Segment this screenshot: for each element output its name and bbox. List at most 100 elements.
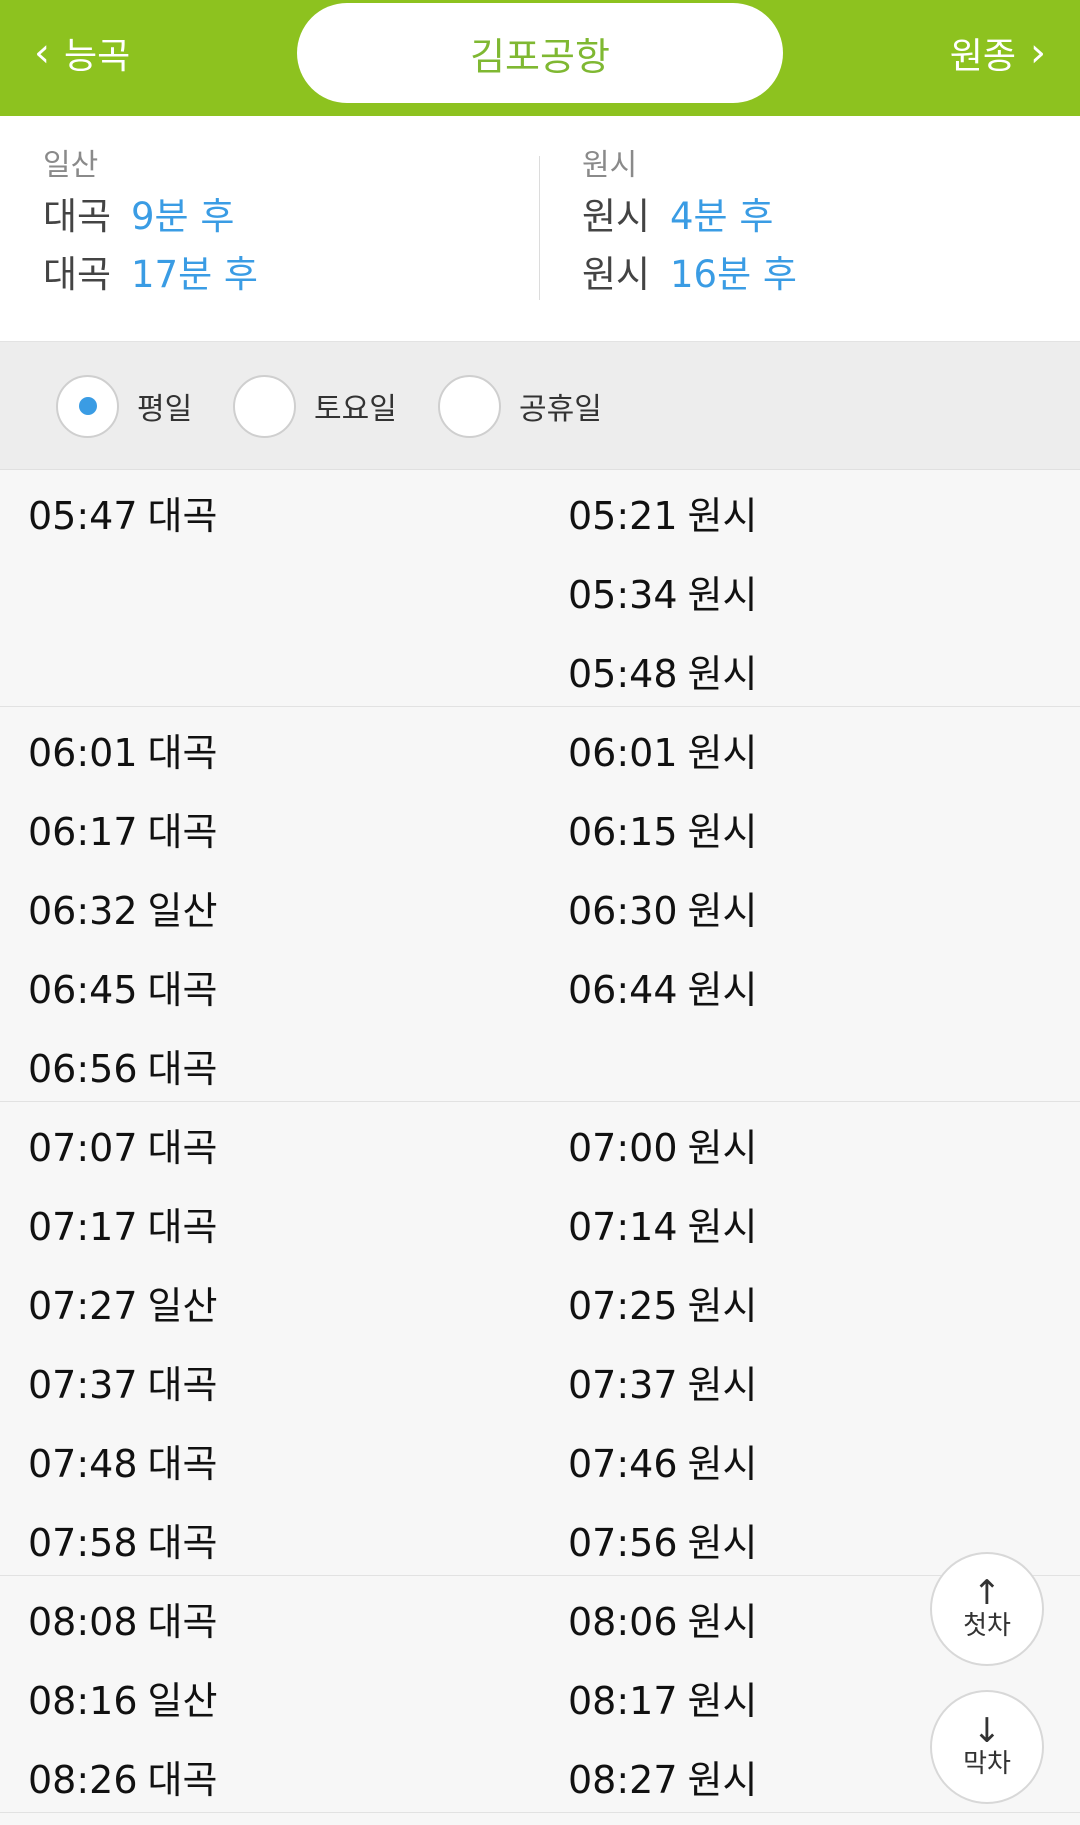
prev-station-button[interactable]: ‹ 능곡 bbox=[20, 20, 130, 86]
departure-time: 05:47 bbox=[28, 494, 138, 538]
arrival-left-direction: 일산 대곡 9분 후 대곡 17분 후 bbox=[43, 144, 258, 304]
departure-time: 07:37 bbox=[568, 1363, 678, 1407]
departure-time: 05:34 bbox=[568, 573, 678, 617]
first-train-label: 첫차 bbox=[963, 1611, 1011, 1641]
table-row: 06:56 대곡 bbox=[28, 1023, 217, 1102]
hour-block: 07:07 대곡 07:17 대곡 07:27 일산 07:37 대곡 07:48 대곡 07:58… bbox=[0, 1102, 1080, 1576]
train-destination: 일산 bbox=[147, 1284, 218, 1328]
departure-time: 06:30 bbox=[568, 889, 678, 933]
table-row: 06:44 원시 bbox=[568, 944, 757, 1023]
departure-time: 07:37 bbox=[28, 1363, 138, 1407]
train-destination: 원시 bbox=[687, 573, 758, 617]
train-destination: 원시 bbox=[687, 1600, 758, 1644]
hour-block: 05:47 대곡 05:21 원시 05:34 원시 05:48 원시 bbox=[0, 470, 1080, 707]
departure-time: 07:07 bbox=[28, 1126, 138, 1170]
next-station-button[interactable]: 원종 › bbox=[950, 20, 1060, 86]
arrival-row: 원시 4분 후 bbox=[582, 188, 797, 246]
arrival-row: 대곡 9분 후 bbox=[43, 188, 258, 246]
train-destination: 원시 bbox=[687, 494, 758, 538]
train-destination: 대곡 bbox=[147, 810, 218, 854]
day-option-saturday[interactable]: 토요일 bbox=[233, 374, 397, 438]
arrival-info: 일산 대곡 9분 후 대곡 17분 후 원시 원시 4분 후 원시 16분 후 bbox=[0, 116, 1080, 342]
radio-unchecked-icon[interactable] bbox=[233, 374, 296, 438]
last-train-button[interactable]: ↓ 막차 bbox=[930, 1690, 1044, 1804]
departure-time: 07:00 bbox=[568, 1126, 678, 1170]
arrival-right-direction: 원시 원시 4분 후 원시 16분 후 bbox=[582, 144, 797, 304]
train-destination: 대곡 bbox=[147, 1442, 218, 1486]
train-destination: 대곡 bbox=[147, 1363, 218, 1407]
train-destination: 원시 bbox=[687, 968, 758, 1012]
table-row: 08:17 원시 bbox=[568, 1655, 757, 1734]
table-row: 06:15 원시 bbox=[568, 786, 757, 865]
table-row: 08:06 원시 bbox=[568, 1576, 757, 1655]
train-destination: 대곡 bbox=[147, 494, 218, 538]
timetable-column-right: 08:06 원시 08:17 원시 08:27 원시 bbox=[568, 1576, 757, 1813]
day-option-weekday[interactable]: 평일 bbox=[56, 374, 192, 438]
day-option-holiday[interactable]: 공휴일 bbox=[438, 374, 602, 438]
prev-station-label: 능곡 bbox=[64, 36, 131, 77]
departure-time: 07:46 bbox=[568, 1442, 678, 1486]
last-train-label: 막차 bbox=[963, 1749, 1011, 1779]
table-row: 07:56 원시 bbox=[568, 1497, 757, 1576]
train-destination: 원시 bbox=[687, 652, 758, 696]
timetable-column-left: 06:01 대곡 06:17 대곡 06:32 일산 06:45 대곡 06:56 대곡 bbox=[28, 707, 217, 1102]
table-row: 07:37 원시 bbox=[568, 1339, 757, 1418]
departure-time: 08:16 bbox=[28, 1679, 138, 1723]
train-destination: 대곡 bbox=[147, 1126, 218, 1170]
arrival-destination: 대곡 bbox=[43, 195, 112, 238]
table-row: 06:30 원시 bbox=[568, 865, 757, 944]
train-destination: 원시 bbox=[687, 731, 758, 775]
table-row: 07:25 원시 bbox=[568, 1260, 757, 1339]
train-destination: 원시 bbox=[687, 1679, 758, 1723]
departure-time: 07:56 bbox=[568, 1521, 678, 1565]
radio-checked-icon[interactable] bbox=[56, 374, 119, 438]
departure-time: 05:48 bbox=[568, 652, 678, 696]
table-row: 08:26 대곡 bbox=[28, 1734, 217, 1813]
arrival-time: 17분 후 bbox=[131, 253, 258, 296]
departure-time: 05:21 bbox=[568, 494, 678, 538]
departure-time: 07:25 bbox=[568, 1284, 678, 1328]
departure-time: 08:08 bbox=[28, 1600, 138, 1644]
timetable[interactable]: 05:47 대곡 05:21 원시 05:34 원시 05:48 원시 06:01 대곡 06:17… bbox=[0, 470, 1080, 1813]
arrow-down-icon: ↓ bbox=[972, 1711, 1002, 1751]
train-destination: 원시 bbox=[687, 1284, 758, 1328]
arrival-destination: 원시 bbox=[582, 195, 651, 238]
arrival-time: 4분 후 bbox=[670, 195, 774, 238]
timetable-column-left: 08:08 대곡 08:16 일산 08:26 대곡 bbox=[28, 1576, 217, 1813]
radio-unchecked-icon[interactable] bbox=[438, 374, 501, 438]
departure-time: 07:27 bbox=[28, 1284, 138, 1328]
departure-time: 06:15 bbox=[568, 810, 678, 854]
day-option-label: 공휴일 bbox=[519, 392, 602, 427]
station-header: ‹ 능곡 김포공항 원종 › bbox=[0, 0, 1080, 116]
hour-block: 06:01 대곡 06:17 대곡 06:32 일산 06:45 대곡 06:56 대곡 06:01… bbox=[0, 707, 1080, 1102]
table-row: 05:47 대곡 bbox=[28, 470, 217, 549]
timetable-column-right: 06:01 원시 06:15 원시 06:30 원시 06:44 원시 bbox=[568, 707, 757, 1023]
train-destination: 대곡 bbox=[147, 1205, 218, 1249]
timetable-column-left: 05:47 대곡 bbox=[28, 470, 217, 549]
first-train-button[interactable]: ↑ 첫차 bbox=[930, 1552, 1044, 1666]
hour-block: 08:08 대곡 08:16 일산 08:26 대곡 08:06 원시 08:17 원시 08:27… bbox=[0, 1576, 1080, 1813]
arrival-destination: 원시 bbox=[582, 253, 651, 296]
table-row: 08:27 원시 bbox=[568, 1734, 757, 1813]
table-row: 06:45 대곡 bbox=[28, 944, 217, 1023]
departure-time: 08:27 bbox=[568, 1758, 678, 1802]
table-row: 05:48 원시 bbox=[568, 628, 757, 707]
departure-time: 08:26 bbox=[28, 1758, 138, 1802]
departure-time: 06:56 bbox=[28, 1047, 138, 1091]
departure-time: 07:17 bbox=[28, 1205, 138, 1249]
day-option-label: 평일 bbox=[137, 392, 193, 427]
timetable-column-right: 07:00 원시 07:14 원시 07:25 원시 07:37 원시 07:46 원시 07:56… bbox=[568, 1102, 757, 1576]
table-row: 05:34 원시 bbox=[568, 549, 757, 628]
departure-time: 06:01 bbox=[568, 731, 678, 775]
departure-time: 06:01 bbox=[28, 731, 138, 775]
train-destination: 원시 bbox=[687, 1126, 758, 1170]
table-row: 07:17 대곡 bbox=[28, 1181, 217, 1260]
train-destination: 대곡 bbox=[147, 1600, 218, 1644]
train-destination: 원시 bbox=[687, 1758, 758, 1802]
departure-time: 07:58 bbox=[28, 1521, 138, 1565]
table-row: 05:21 원시 bbox=[568, 470, 757, 549]
table-row: 07:07 대곡 bbox=[28, 1102, 217, 1181]
timetable-column-left: 07:07 대곡 07:17 대곡 07:27 일산 07:37 대곡 07:48 대곡 07:58… bbox=[28, 1102, 217, 1576]
arrival-destination: 대곡 bbox=[43, 253, 112, 296]
train-destination: 원시 bbox=[687, 889, 758, 933]
